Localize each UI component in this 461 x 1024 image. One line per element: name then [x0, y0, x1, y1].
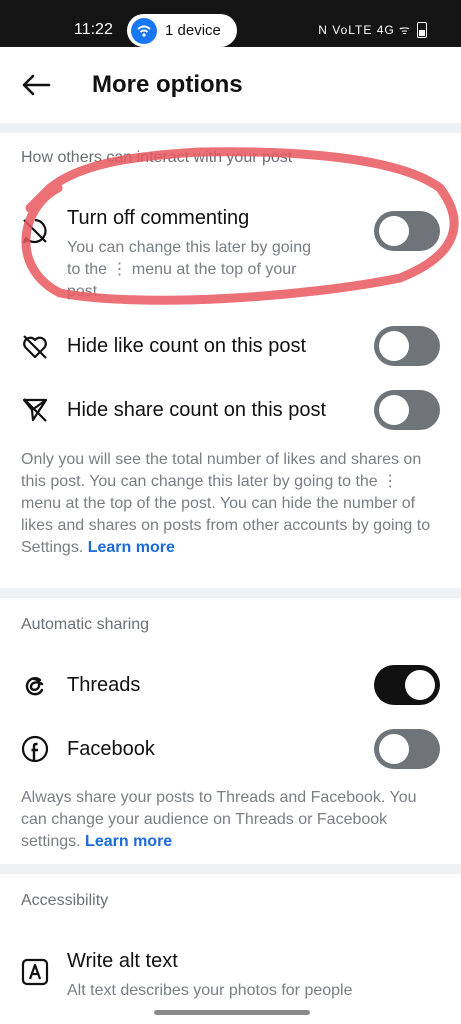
share-off-icon: [22, 398, 48, 422]
write-alt-text-title[interactable]: Write alt text: [67, 950, 178, 973]
facebook-title: Facebook: [67, 738, 155, 760]
threads-toggle[interactable]: [374, 665, 440, 705]
turn-off-commenting-subtitle: You can change this later by going to th…: [67, 237, 367, 303]
heart-off-icon: [23, 335, 47, 359]
sharing-note: Always share your posts to Threads and F…: [21, 787, 431, 853]
write-alt-text-subtitle: Alt text describes your photos for peopl…: [67, 982, 353, 999]
top-app-bar: More options: [0, 47, 461, 123]
status-indicators: N VoLTE 4G ᯤ: [318, 21, 427, 38]
turn-off-commenting-title: Turn off commenting: [67, 207, 250, 229]
interact-note-text: Only you will see the total number of li…: [21, 451, 431, 556]
section-label-interact: How others can interact with your post: [21, 149, 293, 166]
back-arrow-icon[interactable]: [20, 69, 52, 101]
threads-icon: [25, 677, 44, 696]
hide-like-count-title: Hide like count on this post: [67, 335, 307, 357]
section-label-accessibility: Accessibility: [21, 892, 109, 909]
status-bar: 11:22 1 device N VoLTE 4G ᯤ: [0, 0, 461, 47]
interact-note: Only you will see the total number of li…: [21, 449, 431, 559]
turn-off-commenting-toggle[interactable]: [374, 211, 440, 251]
device-pill-label: 1 device: [165, 22, 221, 39]
learn-more-link[interactable]: Learn more: [88, 539, 175, 556]
hide-share-count-title: Hide share count on this post: [67, 399, 327, 421]
sharing-note-text: Always share your posts to Threads and F…: [21, 789, 417, 850]
battery-icon: [417, 21, 427, 38]
section-divider: [0, 588, 461, 598]
status-indicator-text: N VoLTE 4G ᯤ: [318, 23, 411, 37]
facebook-icon: [21, 735, 49, 763]
subtitle-line-1: You can change this later by going: [67, 239, 312, 256]
subtitle-line-2: to the ⋮ menu at the top of your: [67, 261, 297, 278]
threads-title: Threads: [67, 674, 141, 696]
home-indicator: [154, 1010, 310, 1015]
learn-more-link[interactable]: Learn more: [85, 833, 172, 850]
section-label-sharing: Automatic sharing: [21, 616, 150, 633]
wifi-share-icon: [131, 18, 157, 44]
page-title: More options: [92, 71, 243, 98]
facebook-toggle[interactable]: [374, 729, 440, 769]
comment-off-icon: [22, 218, 47, 244]
subtitle-line-3: post.: [67, 283, 102, 300]
alt-text-icon: [21, 958, 49, 986]
device-pill[interactable]: 1 device: [127, 14, 237, 47]
section-divider: [0, 864, 461, 874]
hide-like-count-toggle[interactable]: [374, 326, 440, 366]
status-time: 11:22: [74, 21, 113, 38]
section-divider: [0, 123, 461, 133]
hide-share-count-toggle[interactable]: [374, 390, 440, 430]
